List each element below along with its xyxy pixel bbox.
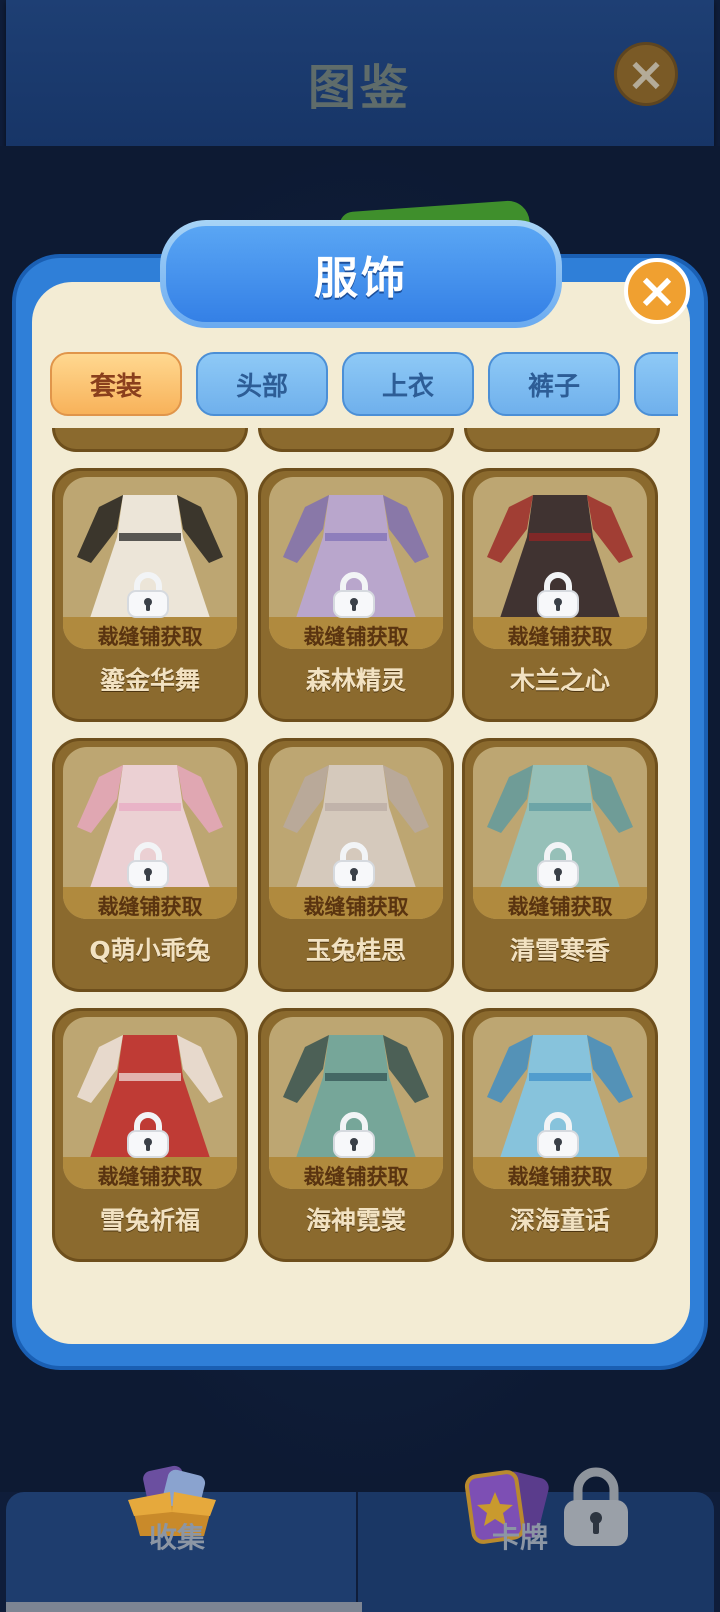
- tab-suit[interactable]: 套装: [50, 352, 182, 416]
- outfit-name: 雪兔祈福: [99, 1206, 200, 1235]
- outfit-name: 木兰之心: [509, 666, 610, 695]
- lock-icon: [537, 842, 579, 888]
- outfit-card[interactable]: 裁缝铺获取 雪兔祈福: [52, 1008, 248, 1262]
- tab-top[interactable]: 上衣: [342, 352, 474, 416]
- acquire-method-label: 裁缝铺获取: [97, 1165, 203, 1189]
- lock-icon: [537, 572, 579, 618]
- lock-icon: [564, 1467, 628, 1546]
- outfit-name: 玉兔桂思: [305, 936, 406, 965]
- lock-icon: [537, 1112, 579, 1158]
- close-icon[interactable]: ×: [614, 42, 678, 106]
- nav-cards[interactable]: 卡牌: [358, 1470, 714, 1612]
- top-header: 图鉴 ×: [6, 0, 714, 149]
- outfit-card[interactable]: 裁缝铺获取 Q萌小乖兔: [52, 738, 248, 992]
- acquire-method-label: 裁缝铺获取: [97, 625, 203, 649]
- outfit-name: 海神霓裳: [305, 1206, 406, 1235]
- modal-title-banner: 服饰: [160, 220, 562, 328]
- outfit-card[interactable]: 裁缝铺获取 木兰之心: [462, 468, 658, 722]
- modal-title: 服饰: [166, 226, 556, 322]
- lock-icon: [333, 842, 375, 888]
- acquire-method-label: 裁缝铺获取: [303, 1165, 409, 1189]
- outfit-card[interactable]: 裁缝铺获取 清雪寒香: [462, 738, 658, 992]
- acquire-method-label: 裁缝铺获取: [97, 895, 203, 919]
- lock-icon: [127, 572, 169, 618]
- lock-icon: [333, 1112, 375, 1158]
- acquire-method-label: 裁缝铺获取: [507, 1165, 613, 1189]
- outfit-card[interactable]: 裁缝铺获取 森林精灵: [258, 468, 454, 722]
- outfit-name: 清雪寒香: [509, 936, 610, 965]
- outfit-name: Q萌小乖兔: [89, 936, 211, 965]
- nav-collection-label: 收集: [149, 1521, 206, 1554]
- tab-head[interactable]: 头部: [196, 352, 328, 416]
- outfit-card-partial[interactable]: [464, 428, 660, 452]
- lock-icon: [127, 1112, 169, 1158]
- acquire-method-label: 裁缝铺获取: [507, 625, 613, 649]
- modal-close-icon[interactable]: ×: [624, 258, 690, 324]
- outfit-name: 鎏金华舞: [99, 666, 200, 695]
- nav-cards-label: 卡牌: [492, 1521, 549, 1554]
- outfit-card-partial[interactable]: [258, 428, 454, 452]
- lock-icon: [333, 572, 375, 618]
- lock-icon: [127, 842, 169, 888]
- page-title: 图鉴: [307, 60, 412, 116]
- tab-pants[interactable]: 裤子: [488, 352, 620, 416]
- outfit-card[interactable]: 裁缝铺获取 鎏金华舞: [52, 468, 248, 722]
- outfit-card-partial[interactable]: [52, 428, 248, 452]
- tab-more[interactable]: [634, 352, 678, 416]
- outfit-card[interactable]: 裁缝铺获取 海神霓裳: [258, 1008, 454, 1262]
- outfit-card[interactable]: 裁缝铺获取 深海童话: [462, 1008, 658, 1262]
- acquire-method-label: 裁缝铺获取: [303, 625, 409, 649]
- scroll-indicator: [6, 1602, 362, 1612]
- nav-collection[interactable]: 收集: [6, 1465, 356, 1612]
- category-tabs: 套装 头部 上衣 裤子: [50, 352, 678, 418]
- outfit-name: 深海童话: [509, 1206, 610, 1235]
- outfit-card[interactable]: 裁缝铺获取 玉兔桂思: [258, 738, 454, 992]
- acquire-method-label: 裁缝铺获取: [303, 895, 409, 919]
- outfit-name: 森林精灵: [305, 666, 406, 695]
- acquire-method-label: 裁缝铺获取: [507, 895, 613, 919]
